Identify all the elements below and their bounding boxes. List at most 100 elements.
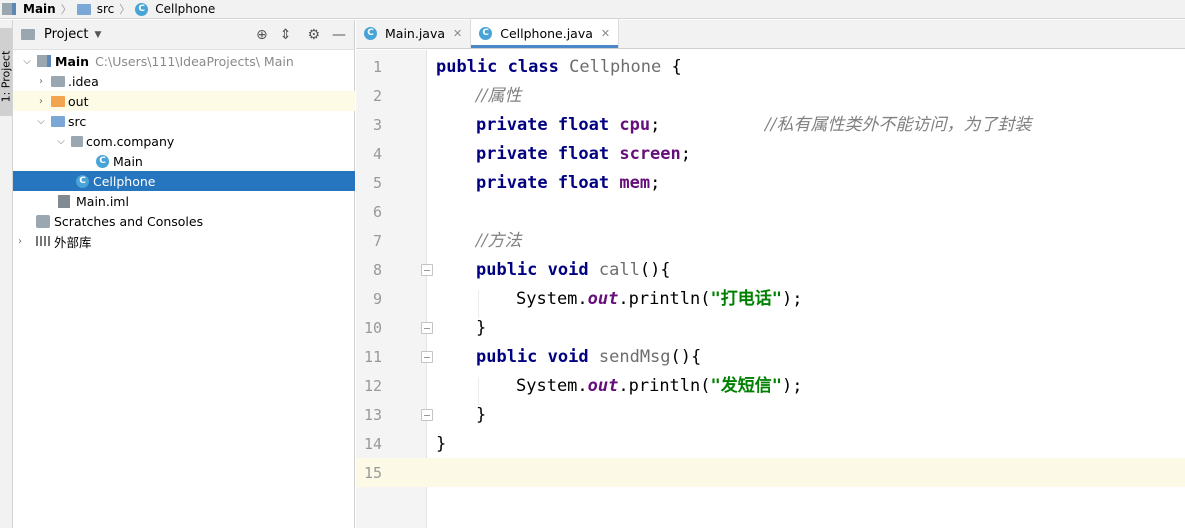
tree-item-label: Cellphone [93, 173, 156, 189]
fold-marker-icon[interactable] [421, 409, 433, 421]
project-panel-title: Project [44, 27, 89, 42]
code-line-11: public void sendMsg(){ [476, 343, 701, 372]
code-line-2: //属性 [476, 82, 521, 111]
static-field: out [587, 376, 619, 396]
tab-label: Cellphone.java [500, 26, 593, 41]
code-line-1: public class Cellphone { [436, 53, 682, 82]
breadcrumb-cellphone[interactable]: C Cellphone [135, 2, 215, 16]
project-folder-icon [21, 29, 35, 40]
tree-item-main-iml[interactable]: Main.iml [13, 191, 355, 211]
iml-file-icon [58, 194, 70, 208]
fold-marker-icon[interactable] [421, 264, 433, 276]
tree-item-external-libraries[interactable]: › 外部库 [13, 231, 355, 251]
module-icon [2, 3, 16, 15]
panel-actions: ⊕ ⇕ ⚙ — [256, 28, 354, 42]
class-icon: C [479, 27, 493, 40]
chevron-right-icon[interactable]: › [35, 76, 47, 87]
line-number: 14 [363, 435, 382, 453]
fold-marker-icon[interactable] [421, 322, 433, 334]
keyword: float [557, 173, 610, 193]
punctuation: } [476, 405, 487, 425]
tree-item-com-company[interactable]: ⌵ com.company [13, 131, 355, 151]
tree-item-cellphone[interactable]: C Cellphone [13, 171, 355, 191]
tree-item-out[interactable]: › out [13, 91, 355, 111]
field-name: screen [619, 144, 681, 164]
code-line-13: } [476, 401, 486, 430]
tab-label: Main.java [385, 26, 446, 41]
comment: //私有属性类外不能访问，为了封装 [765, 115, 1032, 135]
collapse-all-icon[interactable]: ⇕ [280, 28, 292, 42]
dropdown-arrow-icon: ▼ [94, 29, 102, 40]
gear-icon[interactable]: ⚙ [307, 28, 320, 42]
identifier: .println( [618, 376, 711, 396]
line-number: 7 [372, 232, 382, 250]
code-line-7: //方法 [476, 227, 521, 256]
breadcrumb-src[interactable]: src [76, 2, 114, 16]
keyword: void [547, 347, 589, 367]
tab-main-java[interactable]: C Main.java ✕ [356, 19, 472, 48]
code-line-10: } [476, 314, 486, 343]
chevron-down-icon[interactable]: ⌵ [35, 116, 47, 127]
tree-item-main-class[interactable]: C Main [13, 151, 355, 171]
tree-item-main-module[interactable]: ⌵ Main C:\Users\111\IdeaProjects\ Main [13, 51, 355, 71]
line-number: 1 [372, 58, 382, 76]
chevron-right-icon: 〉 [60, 3, 72, 16]
class-icon: C [364, 27, 377, 40]
class-name: Cellphone [569, 57, 662, 77]
static-field: out [587, 289, 619, 309]
line-number: 9 [372, 290, 382, 308]
method-name: call [598, 260, 640, 280]
project-tool-tab[interactable]: 1: Project [0, 28, 13, 116]
tree-item-label: src [68, 113, 87, 129]
line-number: 6 [372, 203, 382, 221]
tree-item-src[interactable]: ⌵ src [13, 111, 355, 131]
tree-item-scratches[interactable]: Scratches and Consoles [13, 211, 355, 231]
package-icon [71, 135, 83, 147]
breadcrumb-main[interactable]: Main [2, 2, 56, 16]
editor-tabs: C Main.java ✕ C Cellphone.java ✕ [356, 19, 1185, 49]
keyword: class [507, 57, 559, 77]
keyword: void [547, 260, 589, 280]
project-tool-tab-label: 1: Project [0, 50, 13, 103]
field-name: cpu [619, 115, 651, 135]
punctuation: ; [680, 144, 692, 164]
class-icon: C [96, 154, 109, 168]
line-number: 2 [372, 87, 382, 105]
tree-item-label: com.company [86, 133, 175, 149]
minimize-icon[interactable]: — [332, 28, 346, 42]
code-line-3: private float cpu; [476, 111, 660, 140]
keyword: public [436, 57, 498, 77]
code-line-14: } [436, 430, 446, 459]
tree-item-label: out [68, 93, 89, 109]
string-literal: "打电话" [710, 289, 782, 309]
line-number: 12 [363, 377, 382, 395]
punctuation: ); [781, 376, 803, 396]
code-line-8: public void call(){ [476, 256, 671, 285]
tree-item-label: Scratches and Consoles [54, 213, 204, 229]
keyword: public [476, 260, 538, 280]
keyword: private [476, 173, 548, 193]
breadcrumb-label: Main [23, 2, 56, 16]
chevron-down-icon[interactable]: ⌵ [21, 56, 33, 67]
tab-cellphone-java[interactable]: C Cellphone.java ✕ [471, 19, 620, 48]
close-icon[interactable]: ✕ [601, 27, 610, 40]
chevron-right-icon[interactable]: › [14, 236, 26, 247]
punctuation: ; [650, 173, 661, 193]
punctuation: ; [650, 115, 661, 135]
close-icon[interactable]: ✕ [453, 27, 462, 40]
class-icon: C [76, 174, 89, 188]
comment: //方法 [476, 231, 522, 251]
tree-item-label: Main [113, 153, 143, 169]
project-view-selector[interactable]: Project ▼ [21, 27, 101, 42]
line-number: 5 [372, 174, 382, 192]
punctuation: } [476, 318, 487, 338]
locate-icon[interactable]: ⊕ [256, 28, 268, 42]
chevron-right-icon[interactable]: › [35, 96, 47, 107]
keyword: public [476, 347, 538, 367]
chevron-down-icon[interactable]: ⌵ [55, 136, 67, 147]
fold-marker-icon[interactable] [421, 351, 433, 363]
tree-item-idea[interactable]: › .idea [13, 71, 355, 91]
line-number: 4 [372, 145, 382, 163]
navigation-bar: Main 〉 src 〉 C Cellphone [0, 0, 1185, 19]
code-line-12: System.out.println("发短信"); [516, 372, 802, 401]
